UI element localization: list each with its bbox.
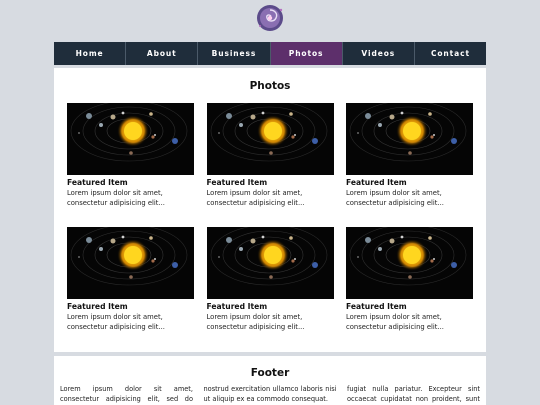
- featured-card[interactable]: Featured Item Lorem ipsum dolor sit amet…: [206, 227, 334, 337]
- card-title: Featured Item: [67, 302, 128, 311]
- solar-system-image[interactable]: [206, 227, 334, 299]
- card-text-line: Lorem ipsum dolor sit amet,: [346, 189, 442, 197]
- footer-text-column: Lorem ipsum dolor sit amet, consectetur …: [60, 385, 193, 403]
- card-text-line: consectetur adipisicing elit...: [206, 323, 305, 331]
- solar-system-image[interactable]: [346, 227, 473, 299]
- card-text-line: consectetur adipisicing elit...: [206, 199, 305, 207]
- footer-section: Footer Lorem ipsum dolor sit amet, conse…: [54, 356, 486, 405]
- card-title: Featured Item: [346, 178, 407, 187]
- card-text-line: Lorem ipsum dolor sit amet,: [346, 313, 442, 321]
- nav-item-about[interactable]: About: [126, 42, 199, 65]
- featured-card[interactable]: Featured Item Lorem ipsum dolor sit amet…: [206, 103, 334, 213]
- card-text-line: consectetur adipisicing elit...: [67, 323, 165, 331]
- card-title: Featured Item: [67, 178, 128, 187]
- galaxy-logo-icon[interactable]: [254, 2, 286, 34]
- footer-text-column: nostrud exercitation ullamco laboris nis…: [203, 385, 337, 403]
- card-text-line: consectetur adipisicing elit...: [67, 199, 165, 207]
- card-title: Featured Item: [346, 302, 407, 311]
- card-text-line: Lorem ipsum dolor sit amet,: [67, 313, 163, 321]
- nav-item-business[interactable]: Business: [198, 42, 271, 65]
- footer-text-column: fugiat nulla pariatur. Excepteur sint oc…: [347, 385, 480, 403]
- solar-system-image[interactable]: [346, 103, 473, 175]
- featured-card[interactable]: Featured Item Lorem ipsum dolor sit amet…: [346, 103, 473, 213]
- card-text-line: consectetur adipisicing elit...: [346, 199, 444, 207]
- photo-grid: Featured Item Lorem ipsum dolor sit amet…: [67, 103, 473, 333]
- featured-card[interactable]: Featured Item Lorem ipsum dolor sit amet…: [67, 227, 194, 337]
- card-text-line: Lorem ipsum dolor sit amet,: [206, 189, 303, 197]
- solar-system-image[interactable]: [206, 103, 334, 175]
- card-title: Featured Item: [206, 178, 268, 187]
- nav-item-videos[interactable]: Videos: [343, 42, 415, 65]
- footer-heading: Footer: [250, 367, 290, 379]
- photos-heading: Photos: [249, 80, 291, 92]
- card-text-line: Lorem ipsum dolor sit amet,: [206, 313, 303, 321]
- main-nav: Home About Business Photos Videos Contac…: [54, 42, 486, 65]
- featured-card[interactable]: Featured Item Lorem ipsum dolor sit amet…: [346, 227, 473, 337]
- card-text-line: consectetur adipisicing elit...: [346, 323, 444, 331]
- nav-item-home[interactable]: Home: [54, 42, 127, 65]
- solar-system-image[interactable]: [67, 227, 194, 299]
- card-text-line: Lorem ipsum dolor sit amet,: [67, 189, 163, 197]
- nav-item-contact[interactable]: Contact: [415, 42, 486, 65]
- nav-item-photos[interactable]: Photos: [270, 42, 343, 65]
- featured-card[interactable]: Featured Item Lorem ipsum dolor sit amet…: [67, 103, 194, 213]
- footer-columns: Lorem ipsum dolor sit amet, consectetur …: [60, 384, 480, 405]
- photos-section: Photos Featured Item Lorem ipsum dolor s…: [54, 68, 486, 352]
- card-title: Featured Item: [206, 302, 268, 311]
- solar-system-image[interactable]: [67, 103, 194, 175]
